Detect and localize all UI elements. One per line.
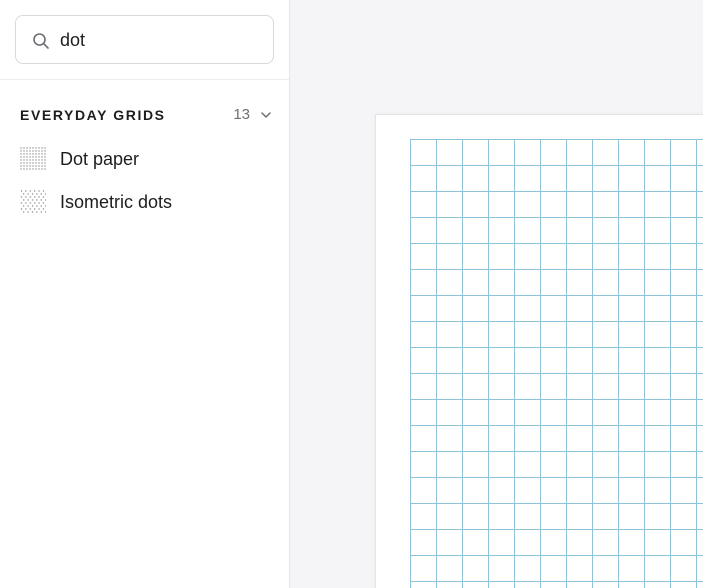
paper-preview: [375, 114, 703, 588]
divider: [0, 79, 289, 80]
preview-canvas: [291, 0, 703, 588]
section-header-everyday-grids[interactable]: EVERYDAY GRIDS 13: [20, 104, 272, 126]
section-count: 13: [233, 106, 250, 123]
dot-grid-icon: [20, 147, 46, 170]
grid-pattern: [410, 139, 703, 588]
search-icon: [33, 33, 49, 49]
sidebar: EVERYDAY GRIDS 13 Dot paper Isometric do…: [0, 0, 290, 588]
search-input[interactable]: [60, 24, 260, 56]
list-item-isometric-dots[interactable]: Isometric dots: [20, 186, 270, 218]
search-box[interactable]: [15, 15, 274, 64]
section-title: EVERYDAY GRIDS: [20, 107, 166, 123]
item-label: Dot paper: [60, 149, 140, 169]
list-item-dot-paper[interactable]: Dot paper: [20, 143, 270, 175]
chevron-down-icon[interactable]: [260, 109, 272, 121]
isometric-dots-icon: [20, 190, 46, 213]
item-label: Isometric dots: [60, 192, 173, 212]
app-window: EVERYDAY GRIDS 13 Dot paper Isometric do…: [0, 0, 703, 588]
